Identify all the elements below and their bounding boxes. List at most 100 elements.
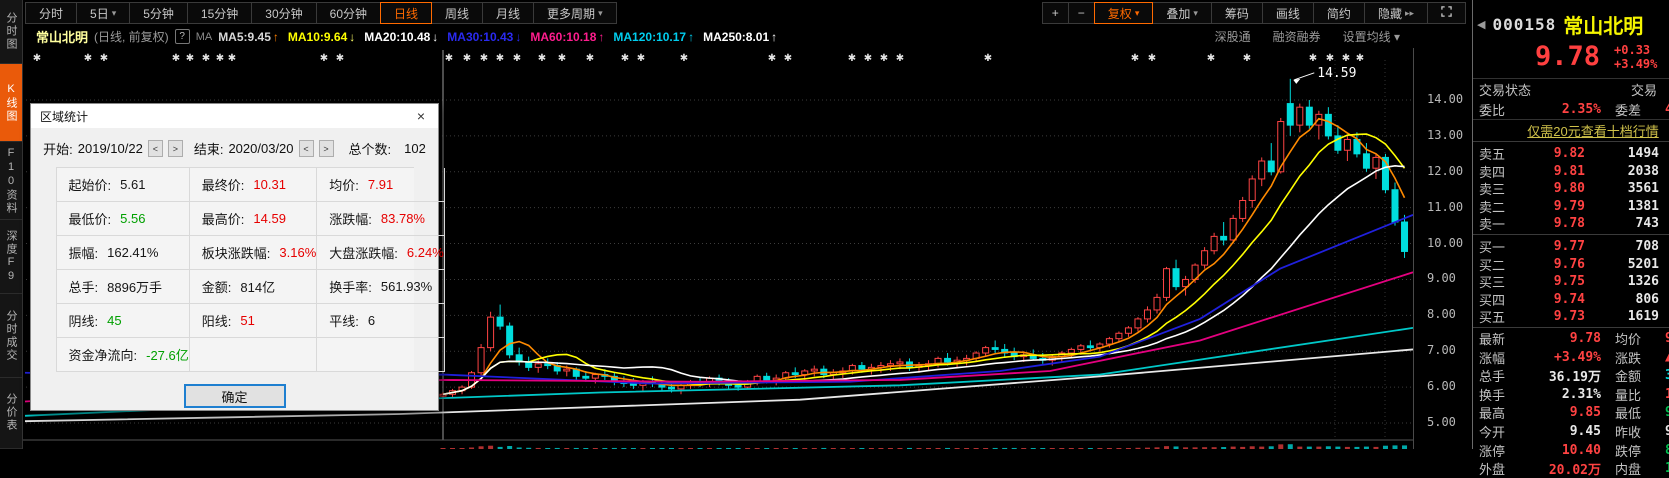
dialog-stat-cell-7: 振幅: 162.41% — [56, 236, 190, 270]
stat-label: 跌停 — [1615, 443, 1642, 459]
stat-label: 最终价: — [201, 178, 245, 193]
tool-label: − — [1077, 6, 1085, 20]
event-marker-icon: ✱ — [680, 53, 688, 64]
candle-body — [1401, 221, 1409, 252]
price-tick-13.00: 13.00 — [1427, 127, 1464, 142]
bid-row-2[interactable]: 买二 9.76 5201 — [1473, 255, 1669, 273]
peak-annotation-line — [1294, 72, 1315, 81]
period-tab-5[interactable]: 30分钟 — [251, 2, 317, 24]
level-volume: 1619 — [1627, 309, 1659, 325]
trend-arrow-icon: ↓ — [515, 29, 522, 44]
close-icon[interactable]: × — [404, 104, 438, 128]
end-date-prev-button[interactable]: < — [298, 140, 314, 157]
bid-row-1[interactable]: 买一 9.77 708 — [1473, 237, 1669, 255]
stat-value: 16.17 — [1665, 461, 1669, 477]
stat-value: 9.4 — [1665, 423, 1669, 439]
stat-value: 10.31 — [253, 177, 286, 192]
period-tab-2[interactable]: 5日 ▾ — [76, 2, 131, 24]
stat-value: 45 — [107, 313, 122, 328]
period-tab-3[interactable]: 5分钟 — [129, 2, 188, 24]
level-price: 9.79 — [1553, 198, 1585, 214]
dialog-stat-cell-10: 总手: 8896万手 — [56, 270, 190, 304]
bid-row-4[interactable]: 买四 9.74 806 — [1473, 290, 1669, 308]
trend-arrow-icon: ↑ — [598, 29, 605, 44]
level2-promo-link[interactable]: 仅需20元查看十档行情 — [1473, 119, 1669, 141]
level-volume: 1494 — [1627, 146, 1659, 161]
trend-arrow-icon: ↓ — [432, 29, 439, 44]
ask-row-5[interactable]: 卖一 9.78 743 — [1473, 214, 1669, 232]
trend-arrow-icon: ↑ — [688, 29, 695, 44]
hide-button[interactable]: 隐藏 ▸▸ — [1363, 2, 1428, 24]
period-tab-4[interactable]: 15分钟 — [186, 2, 253, 24]
title-link-1[interactable]: 深股通 — [1215, 28, 1251, 45]
ok-button[interactable]: 确定 — [184, 385, 285, 407]
candle-body — [1105, 338, 1113, 345]
ask-row-4[interactable]: 卖二 9.79 1381 — [1473, 197, 1669, 215]
event-marker-icon: ✱ — [1342, 53, 1350, 64]
candle-body — [534, 363, 542, 368]
title-link-3[interactable]: 设置均线 ▾ — [1343, 28, 1400, 45]
level-label: 买一 — [1479, 239, 1506, 255]
event-marker-icon: ✱ — [445, 53, 453, 64]
overlay-button[interactable]: 叠加 ▾ — [1152, 2, 1212, 24]
level-volume: 3561 — [1627, 181, 1659, 197]
period-tab-7[interactable]: 日线 — [380, 2, 433, 24]
ask-row-3[interactable]: 卖三 9.80 3561 — [1473, 179, 1669, 197]
period-tab-6[interactable]: 60分钟 — [315, 2, 381, 24]
back-icon[interactable]: ◀ — [1477, 18, 1485, 31]
ma-label: MA20:10.48 — [364, 29, 431, 44]
drawline-button[interactable]: 画线 — [1261, 2, 1314, 24]
level-price: 9.73 — [1553, 309, 1585, 325]
sidebar-item-4[interactable]: 深度F9 — [0, 220, 22, 295]
ma-label: MA10:9.64 — [287, 29, 348, 44]
price-tick-5.00: 5.00 — [1427, 415, 1456, 429]
zoom-in-button[interactable]: + — [1041, 2, 1069, 24]
help-icon[interactable]: ? — [174, 29, 190, 44]
period-tab-8[interactable]: 周线 — [431, 2, 484, 24]
dialog-titlebar[interactable]: 区域统计 × — [31, 104, 438, 128]
price-tick-6.00: 6.00 — [1427, 379, 1456, 394]
level-volume: 2038 — [1627, 163, 1659, 179]
chips-button[interactable]: 筹码 — [1210, 2, 1263, 24]
event-marker-icon: ✱ — [1356, 53, 1364, 64]
sidebar-item-6[interactable]: 分价表 — [0, 378, 22, 449]
title-link-2[interactable]: 融资融券 — [1273, 28, 1321, 45]
fuquan-button[interactable]: 复权 ▾ — [1093, 2, 1154, 24]
stat-value: 9.85 — [1569, 405, 1601, 421]
ask-row-1[interactable]: 卖五 9.82 1494 — [1473, 144, 1669, 162]
bid-row-3[interactable]: 买三 9.75 1326 — [1473, 272, 1669, 290]
ma-value-7: MA250:8.01 ↑ — [703, 30, 777, 44]
stat-label: 振幅: — [68, 246, 99, 261]
period-tab-1[interactable]: 分时 — [25, 2, 78, 24]
period-tab-9[interactable]: 月线 — [482, 2, 535, 24]
fullscreen-button[interactable] — [1427, 2, 1466, 24]
stat-label: 最高价: — [201, 212, 245, 227]
candle-body — [858, 365, 866, 370]
level-volume: 1381 — [1627, 198, 1659, 214]
bid-row-5[interactable]: 买五 9.73 1619 — [1473, 307, 1669, 325]
candle-body — [763, 375, 771, 381]
chevron-down-icon: ▾ — [1193, 7, 1198, 18]
event-marker-icon: ✱ — [558, 53, 566, 64]
price-tick-7.00: 7.00 — [1427, 343, 1456, 358]
level-volume: 1326 — [1627, 274, 1659, 290]
end-date-value: 2020/03/20 — [228, 141, 294, 156]
event-marker-icon: ✱ — [84, 53, 92, 64]
zoom-out-button[interactable]: − — [1067, 2, 1095, 24]
candle-body — [1115, 332, 1123, 340]
event-marker-icon: ✱ — [463, 53, 471, 64]
start-date-prev-button[interactable]: < — [147, 140, 163, 157]
sidebar-item-2[interactable]: K线图 — [0, 64, 22, 143]
ask-row-2[interactable]: 卖四 9.81 2038 — [1473, 162, 1669, 180]
period-tab-10[interactable]: 更多周期 ▾ — [533, 2, 617, 24]
ma-value-5: MA60:10.18 ↑ — [530, 30, 604, 44]
tool-label: 叠加 — [1166, 6, 1191, 21]
start-date-next-button[interactable]: > — [167, 140, 183, 157]
sidebar-item-3[interactable]: F10资料 — [0, 142, 22, 221]
sidebar-item-1[interactable]: 分时图 — [0, 0, 22, 65]
sidebar-item-5[interactable]: 分时成交 — [0, 294, 22, 378]
candle-body — [1153, 296, 1161, 311]
simple-button[interactable]: 简约 — [1312, 2, 1365, 24]
level-price: 9.74 — [1553, 291, 1585, 307]
end-date-next-button[interactable]: > — [318, 140, 334, 157]
